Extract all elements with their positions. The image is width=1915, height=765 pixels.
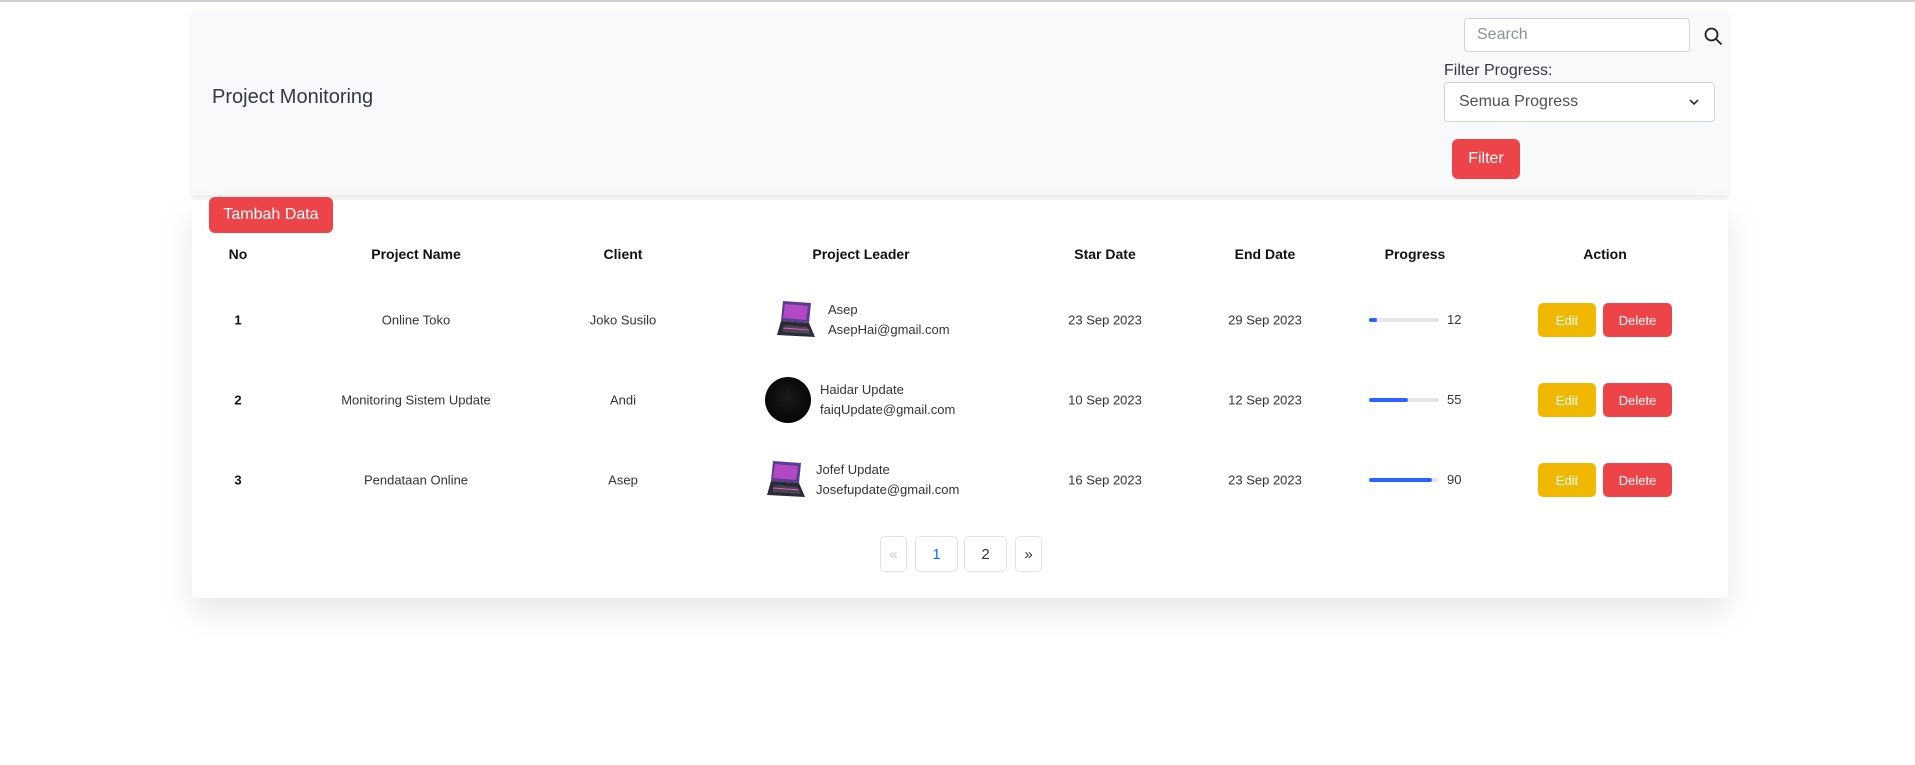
chevron-down-icon — [1689, 99, 1699, 106]
delete-button[interactable]: Delete — [1603, 463, 1672, 497]
project-table-card: Tambah Data No Project Name Client Proje… — [192, 197, 1728, 598]
progress-bar — [1369, 398, 1439, 402]
search-input[interactable] — [1464, 18, 1690, 52]
project-name: Pendataan Online — [363, 472, 469, 488]
leader-email: Josefupdate@gmail.com — [816, 482, 960, 497]
pagination-next-button[interactable]: » — [1015, 536, 1042, 572]
progress-value: 12 — [1447, 312, 1462, 327]
pagination-page-1[interactable]: 1 — [915, 536, 958, 572]
leader-email: AsepHai@gmail.com — [828, 322, 950, 337]
edit-button[interactable]: Edit — [1538, 383, 1596, 417]
row-number: 2 — [234, 392, 242, 408]
column-header-start-date: Star Date — [1074, 246, 1136, 262]
progress-fill — [1369, 318, 1378, 322]
start-date: 16 Sep 2023 — [1068, 472, 1142, 488]
leader-name: Asep — [828, 302, 858, 317]
edit-button[interactable]: Edit — [1538, 303, 1596, 337]
column-header-client: Client — [603, 246, 643, 262]
dark-avatar-icon — [765, 377, 811, 423]
filter-selected-value: Semua Progress — [1459, 93, 1579, 110]
progress-fill — [1369, 398, 1408, 402]
edit-button[interactable]: Edit — [1538, 463, 1596, 497]
laptop-avatar-icon — [777, 301, 815, 337]
row-number: 3 — [234, 472, 242, 488]
header-panel: Project Monitoring Filter Progress: Semu… — [192, 10, 1728, 195]
leader-email: faiqUpdate@gmail.com — [820, 402, 956, 417]
start-date: 23 Sep 2023 — [1068, 312, 1142, 328]
client-name: Asep — [608, 472, 638, 488]
column-header-end-date: End Date — [1234, 246, 1296, 262]
client-name: Andi — [609, 392, 637, 408]
leader-name: Haidar Update — [820, 382, 904, 397]
column-header-progress: Progress — [1384, 246, 1446, 262]
progress-fill — [1369, 478, 1432, 482]
pagination-prev-button[interactable]: « — [880, 536, 907, 572]
search-icon — [1704, 27, 1722, 45]
client-name: Joko Susilo — [589, 312, 657, 328]
search-button[interactable] — [1701, 24, 1725, 48]
end-date: 23 Sep 2023 — [1228, 472, 1302, 488]
column-header-project-name: Project Name — [371, 246, 461, 262]
row-number: 1 — [234, 312, 242, 328]
progress-value: 90 — [1447, 472, 1462, 487]
filter-progress-label: Filter Progress: — [1444, 62, 1553, 79]
start-date: 10 Sep 2023 — [1068, 392, 1142, 408]
filter-progress-select[interactable]: Semua Progress — [1444, 82, 1715, 122]
progress-bar — [1369, 318, 1439, 322]
laptop-avatar-icon — [767, 461, 805, 497]
end-date: 29 Sep 2023 — [1228, 312, 1302, 328]
filter-button[interactable]: Filter — [1452, 139, 1520, 179]
project-name: Online Toko — [381, 312, 451, 328]
page-title: Project Monitoring — [212, 86, 374, 108]
column-header-action: Action — [1583, 246, 1627, 262]
column-header-project-leader: Project Leader — [812, 246, 910, 262]
add-data-button[interactable]: Tambah Data — [209, 197, 333, 233]
end-date: 12 Sep 2023 — [1228, 392, 1302, 408]
pagination-page-2[interactable]: 2 — [964, 536, 1007, 572]
delete-button[interactable]: Delete — [1603, 303, 1672, 337]
column-header-no: No — [228, 246, 248, 262]
progress-bar — [1369, 478, 1439, 482]
top-border — [0, 0, 1915, 2]
progress-value: 55 — [1447, 392, 1462, 407]
project-name: Monitoring Sistem Update — [341, 392, 491, 408]
leader-name: Jofef Update — [816, 462, 890, 477]
delete-button[interactable]: Delete — [1603, 383, 1672, 417]
